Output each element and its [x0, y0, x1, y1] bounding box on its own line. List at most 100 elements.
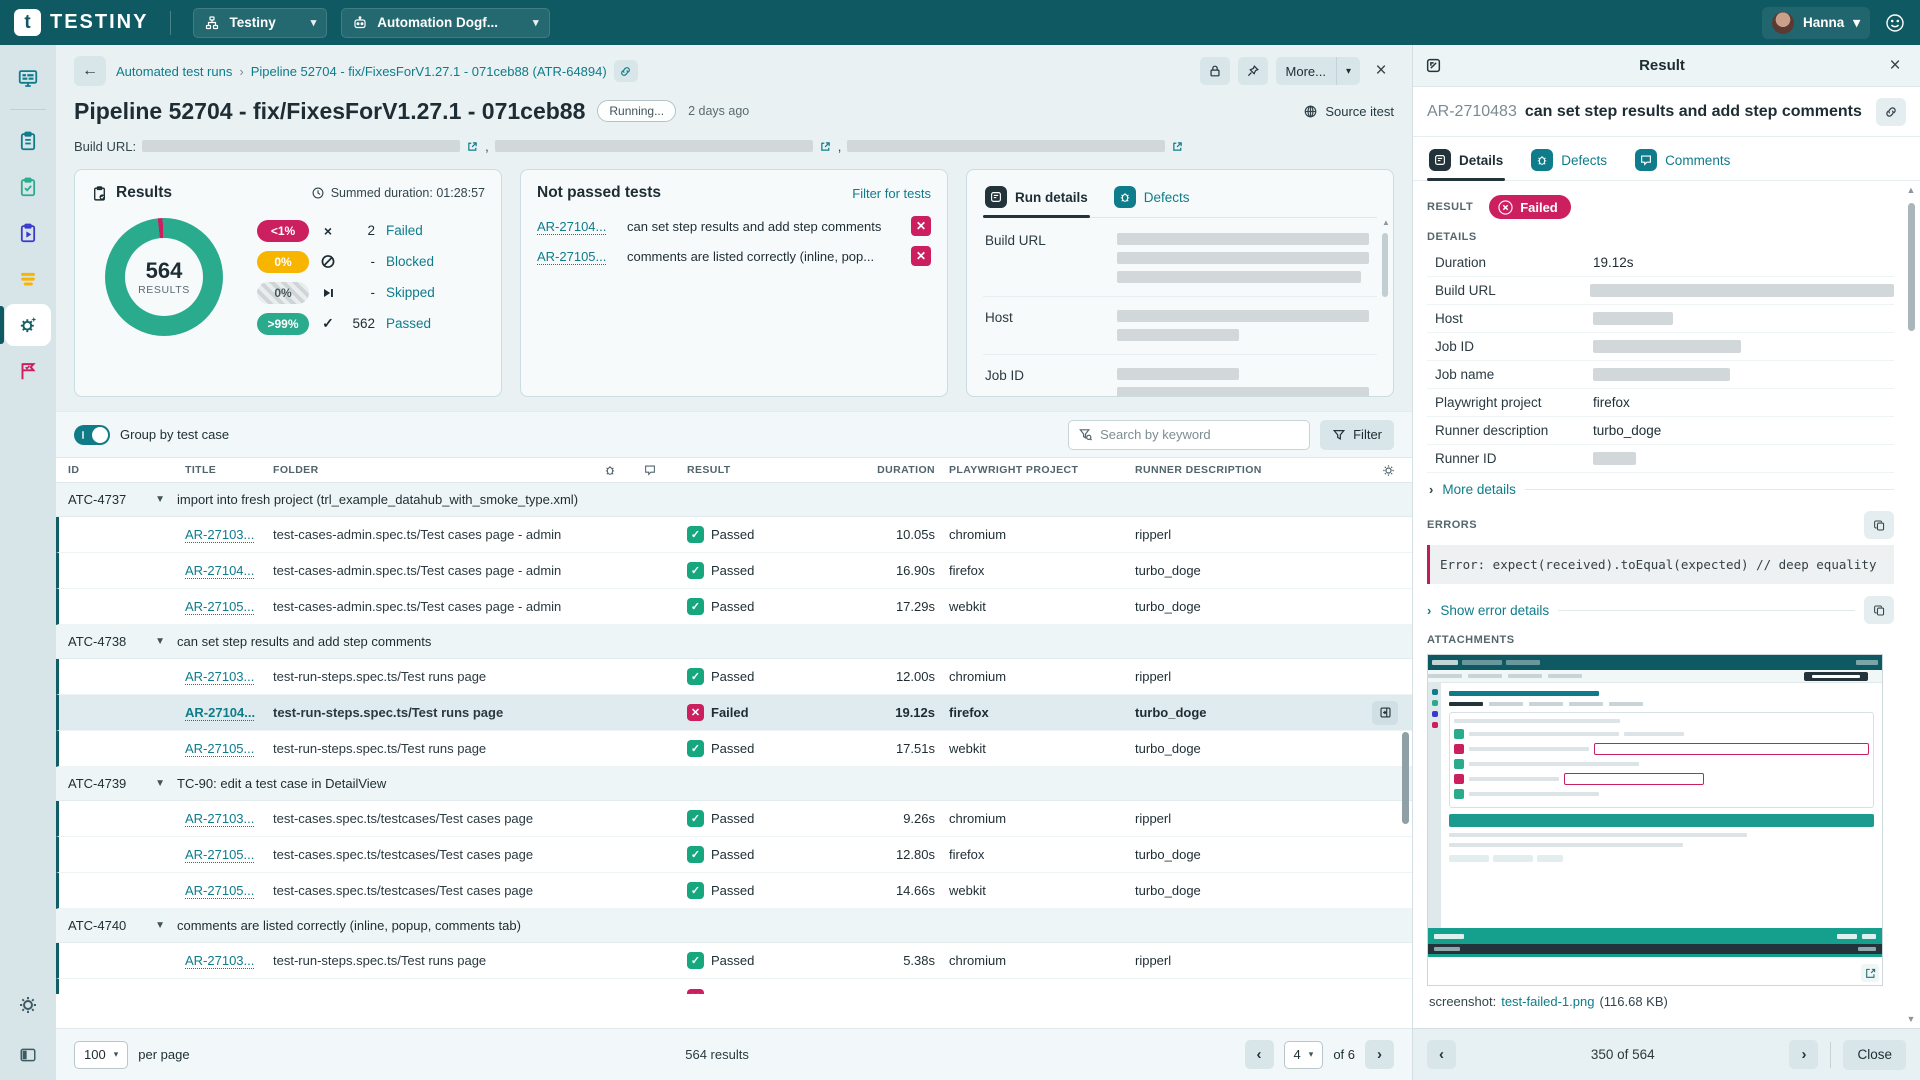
sidebar-item-test-cases[interactable]: [5, 120, 51, 162]
failed-x-icon[interactable]: ✕: [911, 246, 931, 266]
group-row[interactable]: ATC-4740▼ comments are listed correctly …: [56, 909, 1412, 943]
table-row[interactable]: AR-27105... test-run-steps.spec.ts/Test …: [56, 731, 1412, 767]
sidebar-item-dashboard[interactable]: [5, 57, 51, 99]
search-input[interactable]: [1100, 427, 1300, 442]
result-id-link[interactable]: AR-27105...: [185, 741, 254, 756]
table-row[interactable]: AR-27103... test-run-steps.spec.ts/Test …: [56, 943, 1412, 979]
per-page-select[interactable]: 100 ▾: [74, 1041, 128, 1069]
table-row[interactable]: AR-27104... test-run-steps.spec.ts/Test …: [56, 695, 1412, 731]
card-scrollbar[interactable]: ▲: [1382, 218, 1390, 336]
tab-defects-panel[interactable]: Defects: [1529, 147, 1609, 180]
col-id[interactable]: ID: [68, 464, 185, 476]
sidebar-item-reports[interactable]: [5, 350, 51, 392]
collapse-panel-button[interactable]: [5, 1042, 51, 1068]
legend-label-link[interactable]: Blocked: [386, 254, 434, 269]
more-details-link[interactable]: ›More details: [1427, 473, 1894, 507]
sidebar-item-test-plans[interactable]: [5, 166, 51, 208]
back-button[interactable]: ←: [74, 56, 106, 86]
result-id-link[interactable]: AR-27103...: [185, 527, 254, 542]
result-id-link[interactable]: AR-27105...: [185, 883, 254, 898]
result-id-link[interactable]: AR-27104...: [185, 563, 254, 578]
expand-panel-icon[interactable]: [1425, 57, 1442, 74]
copy-result-link-button[interactable]: [1876, 98, 1906, 126]
group-row[interactable]: ATC-4737▼ import into fresh project (trl…: [56, 483, 1412, 517]
copy-errors-button[interactable]: [1864, 511, 1894, 539]
result-id-link[interactable]: AR-27105...: [185, 847, 254, 862]
comment-column-icon[interactable]: [643, 463, 687, 477]
scrollbar-thumb[interactable]: [1402, 732, 1409, 824]
result-id-link[interactable]: AR-27104...: [537, 219, 615, 234]
table-row[interactable]: AR-27103... test-run-steps.spec.ts/Test …: [56, 659, 1412, 695]
external-link-icon[interactable]: [466, 140, 479, 153]
tab-defects[interactable]: Defects: [1112, 184, 1192, 217]
next-result-button[interactable]: ›: [1789, 1040, 1818, 1069]
not-passed-item[interactable]: AR-27104... can set step results and add…: [537, 216, 931, 236]
legend-label-link[interactable]: Skipped: [386, 285, 435, 300]
source-itest[interactable]: Source itest: [1303, 104, 1394, 119]
copy-error-details-button[interactable]: [1864, 596, 1894, 624]
legend-label-link[interactable]: Failed: [386, 223, 423, 238]
attachment-thumbnail[interactable]: [1427, 654, 1883, 986]
open-side-panel-button[interactable]: [1372, 701, 1398, 725]
panel-scrollbar[interactable]: ▲ ▼: [1905, 185, 1917, 1024]
result-id-link[interactable]: AR-27104...: [185, 705, 255, 720]
copy-link-icon[interactable]: [614, 60, 638, 82]
page-select[interactable]: 4 ▾: [1284, 1041, 1324, 1069]
table-row[interactable]: AR-27103... test-cases.spec.ts/testcases…: [56, 801, 1412, 837]
more-button[interactable]: More...: [1276, 57, 1336, 85]
close-panel-button[interactable]: ×: [1882, 52, 1908, 80]
project-selector[interactable]: Automation Dogf... ▾: [341, 8, 549, 38]
app-logo[interactable]: t TESTINY: [14, 9, 148, 36]
result-id-link[interactable]: AR-27103...: [185, 669, 254, 684]
table-scrollbar[interactable]: [1402, 527, 1411, 1028]
col-playwright-project[interactable]: PLAYWRIGHT PROJECT: [935, 464, 1135, 476]
table-row[interactable]: AR-27104... test-cases-admin.spec.ts/Tes…: [56, 553, 1412, 589]
org-selector[interactable]: Testiny ▾: [193, 8, 327, 38]
failed-x-icon[interactable]: ✕: [911, 216, 931, 236]
col-runner-description[interactable]: RUNNER DESCRIPTION: [1135, 464, 1352, 476]
result-id-link[interactable]: AR-27105...: [537, 249, 615, 264]
result-id-link[interactable]: AR-27103...: [185, 811, 254, 826]
filter-for-tests-link[interactable]: Filter for tests: [852, 186, 931, 201]
group-row[interactable]: ATC-4738▼ can set step results and add s…: [56, 625, 1412, 659]
bug-column-icon[interactable]: [603, 463, 643, 477]
table-settings-gear-icon[interactable]: [1352, 463, 1412, 478]
table-row[interactable]: AR-27103... test-cases-admin.spec.ts/Tes…: [56, 517, 1412, 553]
breadcrumb-current[interactable]: Pipeline 52704 - fix/FixesForV1.27.1 - 0…: [251, 64, 607, 79]
breadcrumb-link-runs[interactable]: Automated test runs: [116, 64, 232, 79]
group-row[interactable]: ATC-4739▼ TC-90: edit a test case in Det…: [56, 767, 1412, 801]
expand-attachment-icon[interactable]: [1861, 964, 1879, 982]
lock-button[interactable]: [1200, 57, 1230, 85]
scroll-up-icon[interactable]: ▲: [1907, 185, 1916, 195]
external-link-icon[interactable]: [1171, 140, 1184, 153]
table-row-partial[interactable]: ✕: [56, 979, 1412, 994]
result-id-link[interactable]: AR-27103...: [185, 953, 254, 968]
show-error-details-link[interactable]: Show error details: [1440, 603, 1549, 618]
table-row[interactable]: AR-27105... test-cases.spec.ts/testcases…: [56, 873, 1412, 909]
pin-button[interactable]: [1238, 57, 1268, 85]
prev-page-button[interactable]: ‹: [1245, 1040, 1274, 1069]
col-folder[interactable]: FOLDER: [273, 464, 603, 476]
col-title[interactable]: TITLE: [185, 464, 273, 476]
tab-details[interactable]: Details: [1427, 147, 1505, 180]
next-page-button[interactable]: ›: [1365, 1040, 1394, 1069]
help-smiley-icon[interactable]: [1884, 12, 1906, 34]
more-chevron-button[interactable]: ▾: [1336, 57, 1360, 85]
group-by-toggle[interactable]: [74, 425, 110, 445]
table-row[interactable]: AR-27105... test-cases.spec.ts/testcases…: [56, 837, 1412, 873]
tab-comments[interactable]: Comments: [1633, 147, 1732, 180]
result-id-link[interactable]: AR-27105...: [185, 599, 254, 614]
prev-result-button[interactable]: ‹: [1427, 1040, 1456, 1069]
filter-button[interactable]: Filter: [1320, 420, 1394, 450]
scrollbar-thumb[interactable]: [1908, 203, 1915, 331]
attachment-filename-link[interactable]: test-failed-1.png: [1501, 994, 1594, 1009]
not-passed-item[interactable]: AR-27105... comments are listed correctl…: [537, 246, 931, 266]
sidebar-item-requirements[interactable]: [5, 258, 51, 300]
sidebar-item-test-runs[interactable]: [5, 212, 51, 254]
sidebar-item-automation[interactable]: [5, 304, 51, 346]
external-link-icon[interactable]: [819, 140, 832, 153]
user-menu[interactable]: Hanna ▾: [1762, 7, 1870, 39]
close-run-button[interactable]: ×: [1368, 57, 1394, 85]
legend-label-link[interactable]: Passed: [386, 316, 431, 331]
close-button[interactable]: Close: [1843, 1040, 1906, 1070]
